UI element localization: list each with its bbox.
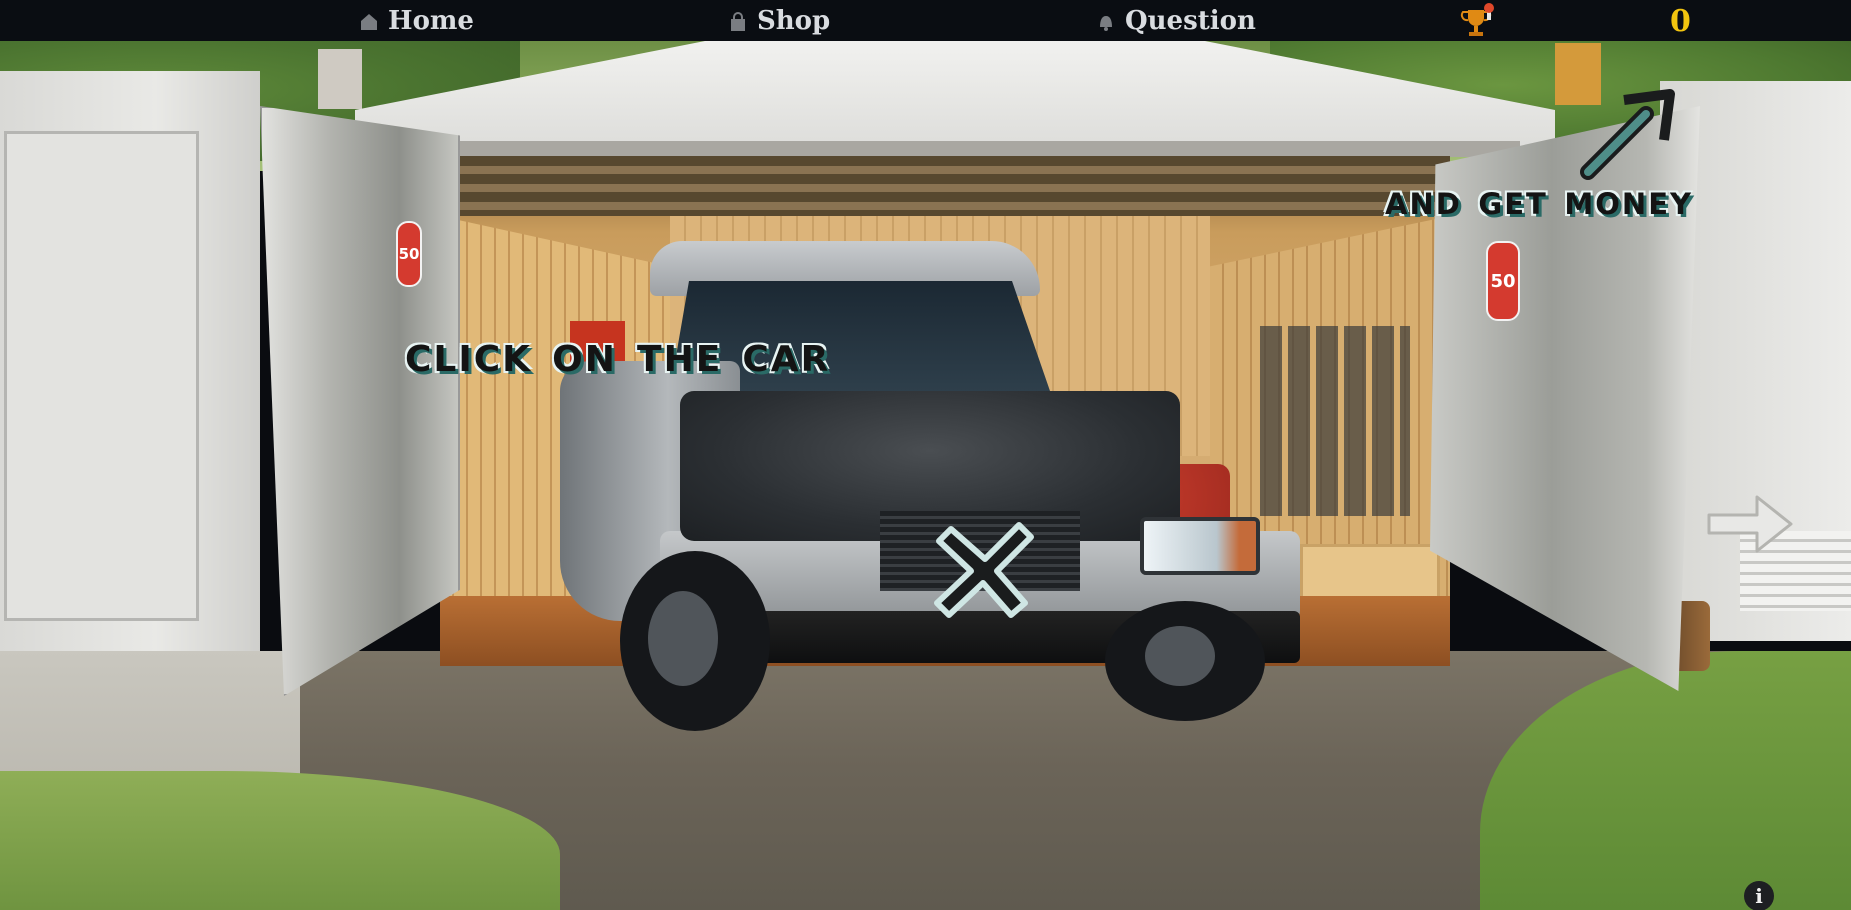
nav-shop[interactable]: Shop — [727, 0, 830, 41]
garage-door-left — [260, 106, 460, 696]
info-button[interactable]: i — [1744, 881, 1774, 910]
car-wheel-right — [1105, 601, 1265, 721]
broken-car[interactable] — [560, 241, 1300, 731]
home-icon — [358, 10, 380, 32]
car-headlight — [1140, 517, 1260, 575]
bell-icon — [1095, 10, 1117, 32]
top-navigation-bar: Home Shop Question 0 — [0, 0, 1851, 41]
neighbor-garage-door — [4, 131, 199, 621]
nav-question[interactable]: Question — [1095, 0, 1256, 41]
diagonal-arrow-icon — [1580, 86, 1680, 186]
arrow-right-icon[interactable] — [1705, 489, 1795, 559]
nav-home[interactable]: Home — [358, 0, 474, 41]
instruction-text: click on the car — [405, 324, 831, 384]
close-icon — [925, 511, 1045, 631]
trophy-icon[interactable] — [1460, 2, 1496, 40]
garage-roof-edge — [395, 141, 1520, 157]
shopping-bag-icon — [727, 10, 749, 32]
door-badge-right: 50 — [1486, 241, 1520, 321]
nav-home-label: Home — [388, 5, 474, 36]
chimney-left — [318, 49, 362, 109]
nav-shop-label: Shop — [757, 5, 831, 36]
coin-counter: 0 — [1670, 3, 1691, 39]
garage-scene: 50 50 click on the car and get money i — [0, 41, 1851, 910]
car-wheel-left — [620, 551, 770, 731]
door-badge-left: 50 — [396, 221, 422, 287]
garage-ceiling — [440, 156, 1450, 216]
neighbor-garage-left — [0, 71, 260, 651]
nav-question-label: Question — [1125, 5, 1256, 36]
